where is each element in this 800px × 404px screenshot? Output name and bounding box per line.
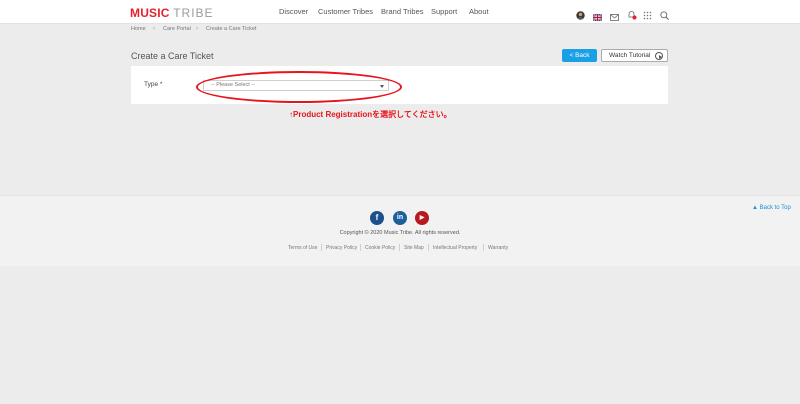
- breadcrumb-current: Create a Care Ticket: [206, 26, 257, 32]
- footer-link-divider: [483, 244, 484, 251]
- footer-link-privacy[interactable]: Privacy Policy: [326, 245, 357, 251]
- watch-tutorial-label: Watch Tutorial: [609, 52, 651, 59]
- copyright-text: Copyright © 2020 Music Tribe. All rights…: [339, 230, 461, 236]
- footer-link-ip[interactable]: Intellectual Property: [433, 245, 477, 251]
- breadcrumb-home[interactable]: Home: [131, 26, 146, 32]
- chevron-down-icon: [380, 84, 384, 88]
- top-navigation-bar: MUSIC TRIBE Discover Customer Tribes Bra…: [0, 0, 800, 24]
- apps-grid-icon[interactable]: [643, 7, 652, 20]
- nav-discover[interactable]: Discover: [279, 7, 308, 16]
- back-to-top-link[interactable]: ▲ Back to Top: [752, 205, 791, 211]
- back-to-top-label: Back to Top: [759, 205, 791, 211]
- play-circle-icon: [655, 52, 663, 60]
- back-button[interactable]: < Back: [562, 49, 597, 62]
- facebook-icon[interactable]: f: [370, 211, 384, 225]
- notification-bell-icon[interactable]: [627, 7, 637, 20]
- page-title: Create a Care Ticket: [131, 51, 214, 61]
- nav-brand-tribes[interactable]: Brand Tribes: [381, 7, 424, 16]
- footer-link-sitemap[interactable]: Site Map: [404, 245, 424, 251]
- mail-icon[interactable]: [610, 8, 619, 21]
- footer-link-divider: [428, 244, 429, 251]
- breadcrumb-care-portal[interactable]: Care Portal: [163, 26, 191, 32]
- footer-link-divider: [321, 244, 322, 251]
- nav-customer-tribes[interactable]: Customer Tribes: [318, 7, 373, 16]
- arrow-up-icon: ▲: [752, 205, 760, 211]
- avatar-icon[interactable]: [576, 7, 585, 20]
- footer-link-cookie[interactable]: Cookie Policy: [365, 245, 395, 251]
- linkedin-icon[interactable]: in: [393, 211, 407, 225]
- type-select[interactable]: -- Please Select --: [203, 80, 389, 91]
- youtube-icon[interactable]: ▶: [415, 211, 429, 225]
- type-select-value: -- Please Select --: [211, 82, 256, 88]
- annotation-text: ↑Product Registrationを選択してください。: [289, 110, 452, 119]
- breadcrumb: Home › Care Portal › Create a Care Ticke…: [0, 24, 800, 36]
- footer-link-divider: [399, 244, 400, 251]
- logo-tribe-text: TRIBE: [173, 6, 214, 20]
- footer-link-terms[interactable]: Terms of Use: [288, 245, 317, 251]
- uk-flag-icon[interactable]: [592, 8, 603, 22]
- watch-tutorial-button[interactable]: Watch Tutorial: [601, 49, 668, 62]
- nav-support[interactable]: Support: [431, 7, 457, 16]
- footer-link-warranty[interactable]: Warranty: [488, 245, 508, 251]
- type-label: Type *: [144, 81, 163, 88]
- nav-about[interactable]: About: [469, 7, 489, 16]
- search-icon[interactable]: [660, 7, 669, 20]
- breadcrumb-separator: ›: [153, 25, 155, 32]
- footer-link-divider: [360, 244, 361, 251]
- music-tribe-logo[interactable]: MUSIC TRIBE: [130, 6, 214, 20]
- logo-music-text: MUSIC: [130, 6, 170, 20]
- breadcrumb-separator: ›: [196, 25, 198, 32]
